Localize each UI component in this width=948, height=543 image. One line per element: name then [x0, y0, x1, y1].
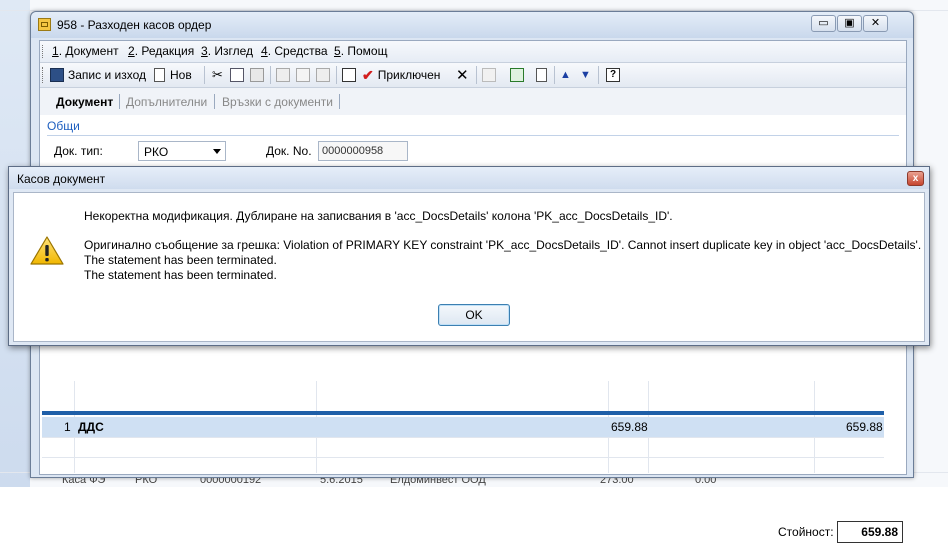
details-grid: 1 ДДС 659.88 659.88: [42, 381, 884, 473]
group-divider: [47, 135, 899, 136]
paste-icon: [250, 68, 264, 82]
error-message-line4: The statement has been terminated.: [84, 268, 277, 282]
new-button[interactable]: Нов: [154, 66, 192, 84]
blank-page-icon: [536, 68, 547, 82]
cut-button[interactable]: ✂: [212, 66, 223, 84]
cash-register-icon: [38, 18, 51, 31]
toolbar-separator: [476, 66, 477, 84]
ok-button[interactable]: OK: [438, 304, 510, 326]
dialog-titlebar[interactable]: Касов документ x: [9, 167, 929, 189]
tab-document[interactable]: Документ: [56, 95, 113, 109]
toolbar-grip: [42, 67, 46, 83]
grid-row-line: [42, 437, 884, 438]
tab-divider: [339, 94, 340, 109]
toolbar-separator: [270, 66, 271, 84]
completed-button[interactable]: ✔ Приключен: [362, 66, 440, 84]
warning-icon: [30, 236, 64, 265]
checkmark-icon: ✔: [362, 66, 374, 83]
doc-no-field[interactable]: 0000000958: [318, 141, 408, 161]
menu-grip: [42, 45, 46, 58]
edit-document-button[interactable]: [342, 66, 356, 84]
menu-tools[interactable]: 4. Средства: [261, 44, 328, 58]
print-preview-icon: [296, 68, 310, 82]
tab-additional[interactable]: Допълнителни: [126, 95, 207, 109]
menu-view[interactable]: 3. Изглед: [201, 44, 253, 58]
toolbar-separator: [336, 66, 337, 84]
move-up-button[interactable]: ▲: [560, 66, 571, 84]
window-titlebar[interactable]: 958 - Разходен касов ордер ▭ ▣ ✕: [31, 12, 913, 38]
toolbar-separator: [554, 66, 555, 84]
table-row[interactable]: 1 ДДС 659.88 659.88: [42, 417, 884, 437]
arrow-down-icon: ▼: [580, 69, 591, 81]
tab-divider: [214, 94, 215, 109]
save-exit-button[interactable]: Запис и изход: [50, 66, 146, 84]
grid-row-line: [42, 457, 884, 458]
copy-button[interactable]: [230, 66, 244, 84]
tab-divider: [119, 94, 120, 109]
dialog-body: Некоректна модификация. Дублиране на зап…: [13, 192, 925, 342]
printer-icon: [276, 68, 290, 82]
doc-type-value: РКО: [144, 145, 169, 159]
move-down-button[interactable]: ▼: [580, 66, 591, 84]
blank-page-button[interactable]: [536, 66, 547, 84]
row-index: 1: [64, 420, 71, 434]
export-icon: [316, 68, 330, 82]
list-button[interactable]: [482, 66, 496, 84]
new-label: Нов: [170, 68, 192, 82]
tab-document-links[interactable]: Връзки с документи: [222, 95, 333, 109]
close-button[interactable]: ✕: [863, 15, 888, 32]
grid-header-bar: [42, 411, 884, 415]
chevron-down-icon: [213, 149, 221, 154]
doc-type-select[interactable]: РКО: [138, 141, 226, 161]
total-value: 659.88: [837, 521, 903, 543]
help-button[interactable]: ?: [606, 66, 620, 84]
doc-no-label: Док. No.: [266, 144, 312, 158]
dialog-close-button[interactable]: x: [907, 171, 924, 186]
help-icon: ?: [606, 68, 620, 82]
minimize-button[interactable]: ▭: [811, 15, 836, 32]
print-button[interactable]: [276, 66, 290, 84]
error-message-line3: The statement has been terminated.: [84, 253, 277, 267]
refresh-icon: [510, 68, 524, 82]
row-amount2: 659.88: [846, 420, 883, 434]
new-document-icon: [154, 68, 165, 82]
delete-button[interactable]: ✕: [456, 66, 469, 84]
preview-button[interactable]: [296, 66, 310, 84]
toolbar-separator: [598, 66, 599, 84]
tab-strip: Документ Допълнителни Връзки с документи: [40, 88, 906, 114]
copy-icon: [230, 68, 244, 82]
completed-label: Приключен: [377, 68, 441, 82]
menu-bar: 1. Документ 2. Редакция 3. Изглед 4. Сре…: [40, 41, 906, 63]
window-title: 958 - Разходен касов ордер: [57, 18, 212, 32]
save-exit-label: Запис и изход: [68, 68, 146, 82]
refresh-button[interactable]: [510, 66, 524, 84]
dialog-title: Касов документ: [17, 172, 106, 186]
floppy-disk-icon: [50, 68, 64, 82]
toolbar-separator: [204, 66, 205, 84]
row-name: ДДС: [78, 420, 104, 434]
doc-type-label: Док. тип:: [54, 144, 103, 158]
list-icon: [482, 68, 496, 82]
export-button[interactable]: [316, 66, 330, 84]
scissors-icon: ✂: [212, 67, 223, 82]
error-message-line2: Оригинално съобщение за грешка: Violatio…: [84, 238, 922, 252]
paste-button[interactable]: [250, 66, 264, 84]
row-amount1: 659.88: [611, 420, 648, 434]
error-dialog: Касов документ x Некоректна модификация.…: [8, 166, 930, 346]
close-x-icon: ✕: [456, 67, 469, 84]
group-general-label: Общи: [47, 119, 80, 133]
menu-document[interactable]: 1. Документ: [52, 44, 119, 58]
arrow-up-icon: ▲: [560, 69, 571, 81]
restore-button[interactable]: ▣: [837, 15, 862, 32]
menu-help[interactable]: 5. Помощ: [334, 44, 387, 58]
edit-document-icon: [342, 68, 356, 82]
menu-edit[interactable]: 2. Редакция: [128, 44, 194, 58]
error-message-line1: Некоректна модификация. Дублиране на зап…: [84, 209, 673, 223]
total-label: Стойност:: [778, 525, 834, 539]
toolbar: Запис и изход Нов ✂ ✔ Приключен ✕ ▲ ▼ ?: [40, 63, 906, 88]
